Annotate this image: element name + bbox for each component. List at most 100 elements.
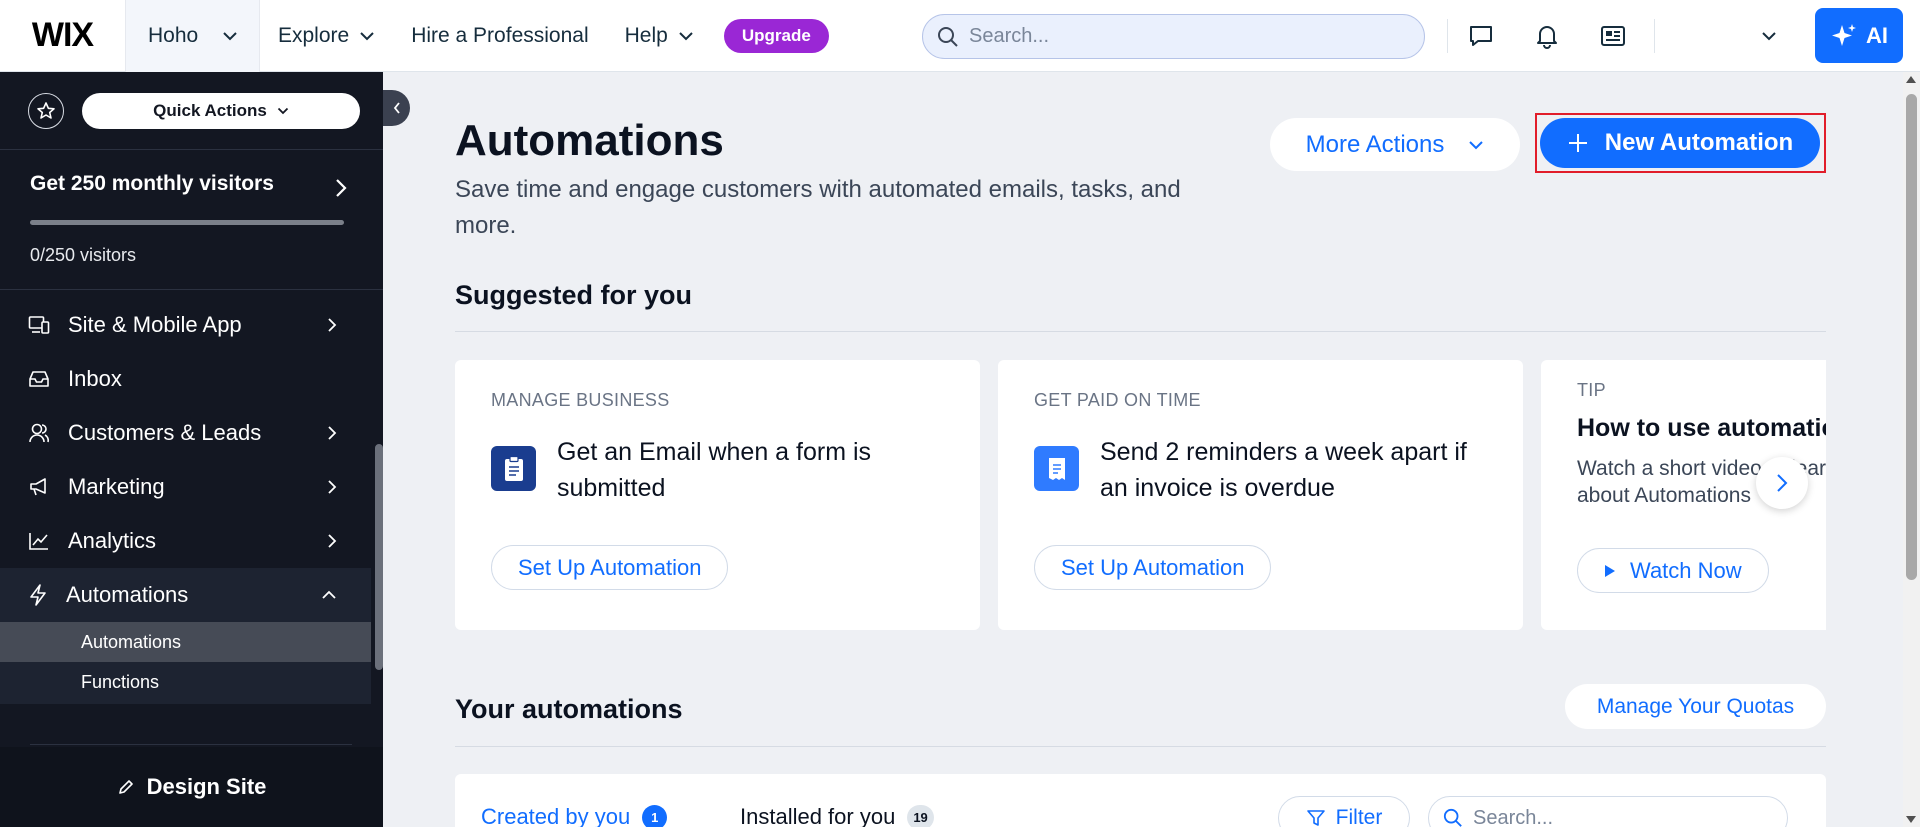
lightning-icon [30, 584, 46, 606]
chevron-right-icon [328, 480, 337, 494]
new-automation-button[interactable]: New Automation [1540, 118, 1820, 168]
devices-icon [28, 316, 50, 334]
page-subtitle: Save time and engage customers with auto… [455, 176, 1181, 239]
card-kicker: GET PAID ON TIME [1034, 390, 1201, 410]
notifications-button[interactable] [1514, 0, 1580, 72]
scrollbar-thumb[interactable] [1906, 94, 1917, 580]
scroll-up-arrow-icon[interactable] [1906, 76, 1916, 83]
more-actions-label: More Actions [1305, 130, 1445, 158]
sidebar-item-inbox[interactable]: Inbox [0, 352, 383, 406]
ai-label: AI [1866, 22, 1888, 48]
sidebar-item-customers-leads[interactable]: Customers & Leads [0, 406, 383, 460]
filter-button[interactable]: Filter [1278, 796, 1410, 827]
pencil-icon [118, 780, 133, 794]
search-placeholder: Search... [1473, 806, 1554, 827]
megaphone-icon [30, 478, 46, 496]
filter-icon [1306, 810, 1325, 826]
scroll-down-arrow-icon[interactable] [1906, 816, 1916, 823]
sidebar-item-label: Site & Mobile App [68, 312, 242, 337]
chat-icon [1470, 26, 1492, 46]
chevron-down-icon [360, 31, 374, 40]
page-scrollbar[interactable] [1903, 72, 1920, 827]
chevron-right-icon [328, 426, 337, 440]
upgrade-button[interactable]: Upgrade [723, 18, 829, 53]
sidebar-item-site-mobile-app[interactable]: Site & Mobile App [0, 298, 383, 352]
manage-quotas-button[interactable]: Manage Your Quotas [1565, 684, 1826, 729]
plus-icon [1568, 134, 1587, 152]
suggested-title: Suggested for you [455, 280, 693, 310]
chevron-up-icon [322, 590, 336, 599]
bell-icon [1537, 26, 1557, 49]
new-automation-highlight: New Automation [1535, 113, 1826, 173]
set-up-automation-button[interactable]: Set Up Automation [491, 545, 729, 590]
chevron-down-icon [1762, 32, 1776, 41]
nav-hire-label: Hire a Professional [411, 23, 589, 47]
chevron-down-icon [679, 31, 693, 40]
customers-icon [29, 423, 50, 443]
site-switcher[interactable]: Hoho [126, 0, 260, 72]
chat-button[interactable] [1448, 0, 1514, 72]
chevron-right-icon [328, 318, 337, 332]
count-badge: 19 [907, 804, 934, 827]
tab-installed-for-you[interactable]: Installed for you 19 [740, 804, 934, 827]
visitors-count: 0/250 visitors [30, 245, 137, 265]
watch-now-label: Watch Now [1630, 557, 1742, 583]
suggestion-card: GET PAID ON TIME Send 2 reminders a week… [998, 360, 1523, 630]
sidebar-item-analytics[interactable]: Analytics [0, 514, 383, 568]
sidebar-item-marketing[interactable]: Marketing [0, 460, 383, 514]
sidebar-item-label: Automations [66, 582, 189, 607]
tip-kicker: TIP [1577, 380, 1606, 400]
automations-list-panel: Created by you 1 Installed for you 19 Fi… [455, 774, 1826, 827]
set-up-automation-button[interactable]: Set Up Automation [1034, 545, 1272, 590]
page-title: Automations [455, 116, 724, 165]
visitors-title: Get 250 monthly visitors [30, 172, 274, 195]
sidebar-item-automations[interactable]: Automations [0, 568, 371, 622]
quick-actions-label: Quick Actions [153, 100, 267, 120]
card-kicker: MANAGE BUSINESS [491, 390, 670, 410]
divider [455, 331, 1826, 332]
new-automation-label: New Automation [1604, 129, 1794, 156]
sidebar-top: Quick Actions [0, 72, 383, 150]
visitors-promo[interactable]: Get 250 monthly visitors 0/250 visitors [0, 150, 383, 290]
updates-button[interactable] [1580, 0, 1646, 72]
quick-actions-button[interactable]: Quick Actions [82, 92, 360, 129]
more-actions-button[interactable]: More Actions [1270, 118, 1520, 171]
divider [455, 746, 1826, 747]
design-site-button[interactable]: Design Site [0, 747, 383, 827]
wix-logo[interactable]: WIX [0, 0, 126, 72]
sidebar-scrollbar[interactable] [375, 444, 383, 670]
visitors-progress-bar [30, 220, 344, 225]
sidebar-subitem-functions[interactable]: Functions [0, 662, 371, 702]
invoice-icon [1034, 446, 1079, 491]
analytics-icon [29, 533, 48, 550]
tab-label: Installed for you [740, 804, 896, 827]
nav-hire-professional[interactable]: Hire a Professional [393, 0, 606, 72]
filter-label: Filter [1335, 806, 1383, 827]
chevron-right-icon [336, 179, 347, 197]
nav-help[interactable]: Help [607, 0, 712, 72]
carousel-next-button[interactable] [1756, 457, 1808, 509]
favorites-button[interactable] [28, 92, 64, 129]
clipboard-icon [491, 446, 536, 491]
sidebar-menu: Site & Mobile App Inbox Customers & Lead… [0, 290, 383, 704]
automations-search-input[interactable]: Search... [1428, 796, 1788, 827]
sidebar-item-label: Inbox [68, 366, 122, 391]
count-badge: 1 [642, 804, 668, 827]
tab-created-by-you[interactable]: Created by you 1 [481, 804, 668, 827]
watch-now-button[interactable]: Watch Now [1577, 548, 1769, 593]
search-icon [938, 26, 958, 47]
ai-button[interactable]: AI [1815, 8, 1903, 63]
nav-explore[interactable]: Explore [260, 0, 393, 72]
chevron-down-icon [1469, 140, 1484, 149]
sidebar: Quick Actions Get 250 monthly visitors 0… [0, 72, 383, 827]
nav-help-label: Help [624, 23, 668, 47]
chevron-right-icon [1777, 474, 1788, 492]
tip-title: How to use automations [1577, 414, 1826, 442]
chevron-down-icon [277, 107, 288, 114]
sidebar-subitem-automations[interactable]: Automations [0, 622, 371, 662]
top-search-input[interactable]: Search... [922, 14, 1425, 59]
account-menu-button[interactable] [1655, 0, 1785, 72]
your-automations-title: Your automations [455, 694, 683, 724]
card-text: Get an Email when a form is submitted [557, 438, 872, 502]
news-icon [1601, 26, 1625, 46]
